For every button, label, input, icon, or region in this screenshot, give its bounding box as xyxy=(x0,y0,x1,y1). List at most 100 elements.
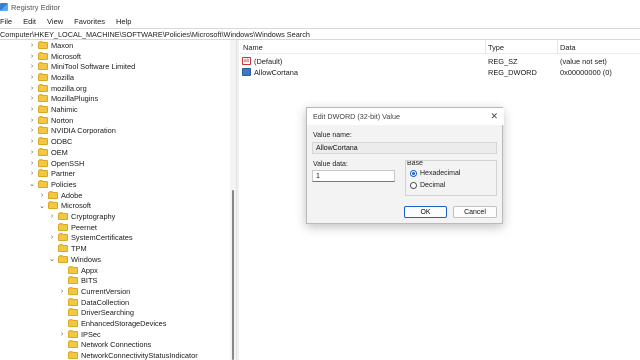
chevron-right-icon[interactable]: › xyxy=(28,116,36,124)
chevron-right-icon[interactable]: › xyxy=(28,138,36,146)
tree-item[interactable]: › Microsoft xyxy=(28,51,81,62)
menu-edit[interactable]: Edit xyxy=(23,17,41,26)
column-type-header[interactable]: Type xyxy=(488,43,504,52)
chevron-right-icon[interactable]: › xyxy=(28,159,36,167)
list-row[interactable]: AllowCortana REG_DWORD 0x00000000 (0) xyxy=(240,67,640,78)
close-icon[interactable]: ✕ xyxy=(490,111,498,122)
tree-item[interactable]: › NVIDIA Corporation xyxy=(28,126,116,137)
tree-item[interactable]: › Adobe xyxy=(38,190,82,201)
chevron-right-icon[interactable]: › xyxy=(48,213,56,221)
column-separator[interactable] xyxy=(557,40,558,54)
chevron-right-icon[interactable]: › xyxy=(28,84,36,92)
tree-item[interactable]: › MozillaPlugins xyxy=(28,94,98,105)
chevron-down-icon[interactable]: ⌄ xyxy=(38,202,46,210)
hexadecimal-option[interactable]: Hexadecimal xyxy=(410,170,460,177)
value-data-input[interactable]: 1 xyxy=(312,170,395,182)
ok-button[interactable]: OK xyxy=(404,206,447,218)
tree-item[interactable]: › IPSec xyxy=(58,329,101,340)
tree-scrollbar-thumb[interactable] xyxy=(232,190,234,360)
tree-item[interactable]: › CurrentVersion xyxy=(58,286,130,297)
menu-help[interactable]: Help xyxy=(116,17,136,26)
tree-item[interactable]: EnhancedStorageDevices xyxy=(58,318,166,329)
menu-file[interactable]: File xyxy=(0,17,17,26)
caret-spacer xyxy=(58,266,66,274)
decimal-label[interactable]: Decimal xyxy=(420,182,445,189)
tree-item[interactable]: ⌄ Policies xyxy=(28,179,76,190)
decimal-option[interactable]: Decimal xyxy=(410,182,445,189)
menu-view[interactable]: View xyxy=(47,17,68,26)
folder-icon xyxy=(38,158,48,167)
menu-favorites[interactable]: Favorites xyxy=(74,17,110,26)
chevron-right-icon[interactable]: › xyxy=(28,63,36,71)
address-path[interactable]: Computer\HKEY_LOCAL_MACHINE\SOFTWARE\Pol… xyxy=(0,30,310,39)
tree-item[interactable]: › Partner xyxy=(28,168,75,179)
tree-item[interactable]: › Nahimic xyxy=(28,104,78,115)
tree-item[interactable]: ⌄ Microsoft xyxy=(38,201,91,212)
chevron-down-icon[interactable]: ⌄ xyxy=(28,180,36,188)
chevron-right-icon[interactable]: › xyxy=(58,287,66,295)
chevron-right-icon[interactable]: › xyxy=(58,330,66,338)
folder-icon xyxy=(38,169,48,178)
chevron-right-icon[interactable]: › xyxy=(38,191,46,199)
chevron-right-icon[interactable]: › xyxy=(28,95,36,103)
tree-item[interactable]: › Cryptography xyxy=(48,211,115,222)
pane-splitter[interactable] xyxy=(236,40,239,360)
tree-item[interactable]: Appx xyxy=(58,265,98,276)
tree-item-label: mozilla.org xyxy=(51,83,87,93)
folder-icon xyxy=(68,297,78,306)
tree-item[interactable]: › SystemCertificates xyxy=(48,233,133,244)
chevron-right-icon[interactable]: › xyxy=(28,73,36,81)
chevron-right-icon[interactable]: › xyxy=(28,52,36,60)
folder-icon xyxy=(58,254,68,263)
chevron-right-icon[interactable]: › xyxy=(28,41,36,49)
tree-item-label: Nahimic xyxy=(51,105,78,115)
list-row[interactable]: ab (Default) REG_SZ (value not set) xyxy=(240,56,640,67)
tree-item[interactable]: ⌄ Windows xyxy=(48,254,101,265)
tree-item-label: TPM xyxy=(71,244,87,254)
tree-item-label: NetworkConnectivityStatusIndicator xyxy=(81,351,198,360)
chevron-down-icon[interactable]: ⌄ xyxy=(48,255,56,263)
address-bar[interactable]: Computer\HKEY_LOCAL_MACHINE\SOFTWARE\Pol… xyxy=(0,28,640,40)
hexadecimal-radio[interactable] xyxy=(410,170,417,177)
tree-item[interactable]: › Mozilla xyxy=(28,72,74,83)
tree-item[interactable]: TPM xyxy=(48,243,87,254)
caret-spacer xyxy=(58,352,66,360)
tree-item[interactable]: Peernet xyxy=(48,222,97,233)
folder-icon xyxy=(38,62,48,71)
folder-icon xyxy=(58,222,68,231)
tree-item[interactable]: › OpenSSH xyxy=(28,158,84,169)
chevron-right-icon[interactable]: › xyxy=(28,148,36,156)
caret-spacer xyxy=(58,320,66,328)
registry-tree[interactable]: › Maxon › Microsoft › MiniTool Software Limit… xyxy=(0,40,236,360)
window-title: Registry Editor xyxy=(11,2,61,12)
column-separator[interactable] xyxy=(485,40,486,54)
column-name-header[interactable]: Name xyxy=(243,43,263,52)
tree-item[interactable]: › OEM xyxy=(28,147,68,158)
chevron-right-icon[interactable]: › xyxy=(28,127,36,135)
tree-item[interactable]: DriverSearching xyxy=(58,308,134,319)
hexadecimal-label[interactable]: Hexadecimal xyxy=(420,170,460,177)
folder-icon xyxy=(58,244,68,253)
tree-item[interactable]: NetworkConnectivityStatusIndicator xyxy=(58,350,198,360)
tree-item[interactable]: BITS xyxy=(58,275,97,286)
tree-item[interactable]: DataCollection xyxy=(58,297,129,308)
column-data-header[interactable]: Data xyxy=(560,43,576,52)
tree-item[interactable]: › Maxon xyxy=(28,40,73,51)
tree-item[interactable]: › Norton xyxy=(28,115,73,126)
decimal-radio[interactable] xyxy=(410,182,417,189)
tree-item[interactable]: › MiniTool Software Limited xyxy=(28,61,135,72)
tree-item[interactable]: Network Connections xyxy=(58,340,151,351)
cancel-button[interactable]: Cancel xyxy=(453,206,497,218)
tree-item[interactable]: › mozilla.org xyxy=(28,83,87,94)
chevron-right-icon[interactable]: › xyxy=(48,234,56,242)
tree-item-label: Appx xyxy=(81,265,98,275)
tree-item-label: OpenSSH xyxy=(51,158,85,168)
caret-spacer xyxy=(58,298,66,306)
chevron-right-icon[interactable]: › xyxy=(28,106,36,114)
tree-item[interactable]: › ODBC xyxy=(28,136,72,147)
value-type: REG_DWORD xyxy=(488,68,537,77)
caret-spacer xyxy=(48,245,56,253)
value-name-field[interactable]: AllowCortana xyxy=(312,142,497,154)
folder-icon xyxy=(38,147,48,156)
chevron-right-icon[interactable]: › xyxy=(28,170,36,178)
